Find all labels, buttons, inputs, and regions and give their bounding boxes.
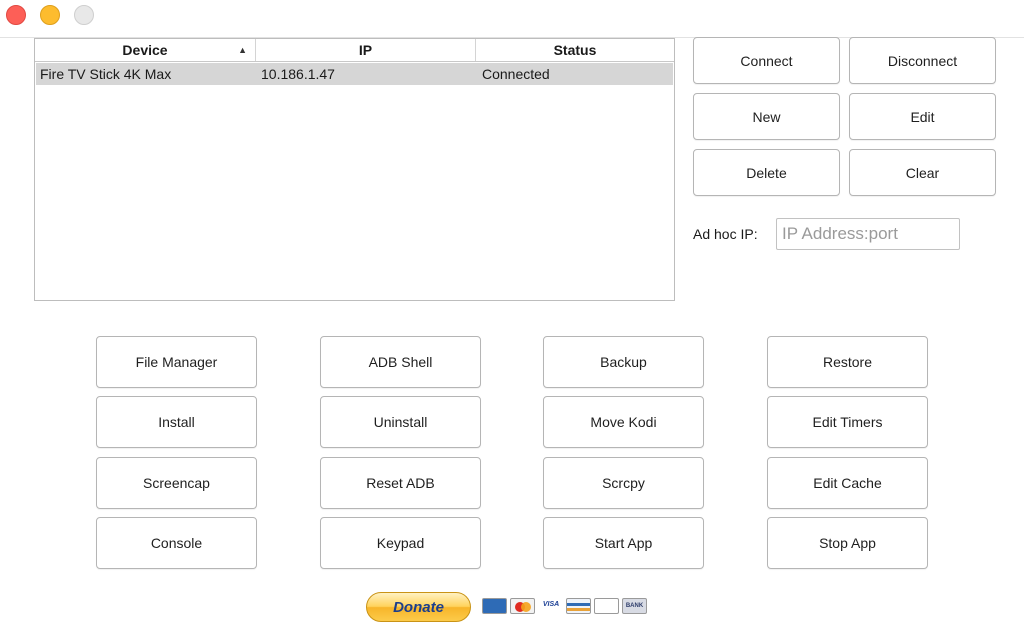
sort-ascending-icon: ▲	[238, 45, 247, 55]
reset-adb-button[interactable]: Reset ADB	[320, 457, 481, 509]
move-kodi-button[interactable]: Move Kodi	[543, 396, 704, 448]
start-app-button[interactable]: Start App	[543, 517, 704, 569]
file-manager-button[interactable]: File Manager	[96, 336, 257, 388]
minimize-window-button[interactable]	[40, 5, 60, 25]
column-header-ip[interactable]: IP	[256, 39, 476, 61]
adhoc-ip-input[interactable]	[776, 218, 960, 250]
adb-shell-button[interactable]: ADB Shell	[320, 336, 481, 388]
backup-button[interactable]: Backup	[543, 336, 704, 388]
edit-button[interactable]: Edit	[849, 93, 996, 140]
visa-icon: VISA	[542, 601, 560, 608]
edit-timers-button[interactable]: Edit Timers	[767, 396, 928, 448]
adhoc-ip-label: Ad hoc IP:	[693, 226, 758, 242]
console-button[interactable]: Console	[96, 517, 257, 569]
table-row[interactable]: Fire TV Stick 4K Max 10.186.1.47 Connect…	[36, 63, 673, 85]
column-header-status[interactable]: Status	[476, 39, 674, 61]
uninstall-button[interactable]: Uninstall	[320, 396, 481, 448]
clear-button[interactable]: Clear	[849, 149, 996, 196]
discover-icon	[566, 598, 591, 614]
cell-status: Connected	[482, 66, 550, 82]
amex-icon	[482, 598, 507, 614]
table-header: Device ▲ IP Status	[35, 39, 674, 62]
echeck-icon	[594, 598, 619, 614]
stop-app-button[interactable]: Stop App	[767, 517, 928, 569]
mastercard-icon	[510, 598, 535, 614]
cell-device: Fire TV Stick 4K Max	[40, 66, 172, 82]
donate-button[interactable]: Donate	[366, 592, 471, 622]
delete-button[interactable]: Delete	[693, 149, 840, 196]
new-button[interactable]: New	[693, 93, 840, 140]
edit-cache-button[interactable]: Edit Cache	[767, 457, 928, 509]
disconnect-button[interactable]: Disconnect	[849, 37, 996, 84]
screencap-button[interactable]: Screencap	[96, 457, 257, 509]
bank-icon: BANK	[622, 598, 647, 614]
cell-ip: 10.186.1.47	[261, 66, 335, 82]
restore-button[interactable]: Restore	[767, 336, 928, 388]
column-header-device[interactable]: Device ▲	[35, 39, 256, 61]
install-button[interactable]: Install	[96, 396, 257, 448]
device-table: Device ▲ IP Status Fire TV Stick 4K Max …	[34, 38, 675, 301]
zoom-window-button[interactable]	[74, 5, 94, 25]
connect-button[interactable]: Connect	[693, 37, 840, 84]
title-bar	[0, 0, 1024, 38]
keypad-button[interactable]: Keypad	[320, 517, 481, 569]
scrcpy-button[interactable]: Scrcpy	[543, 457, 704, 509]
close-window-button[interactable]	[6, 5, 26, 25]
